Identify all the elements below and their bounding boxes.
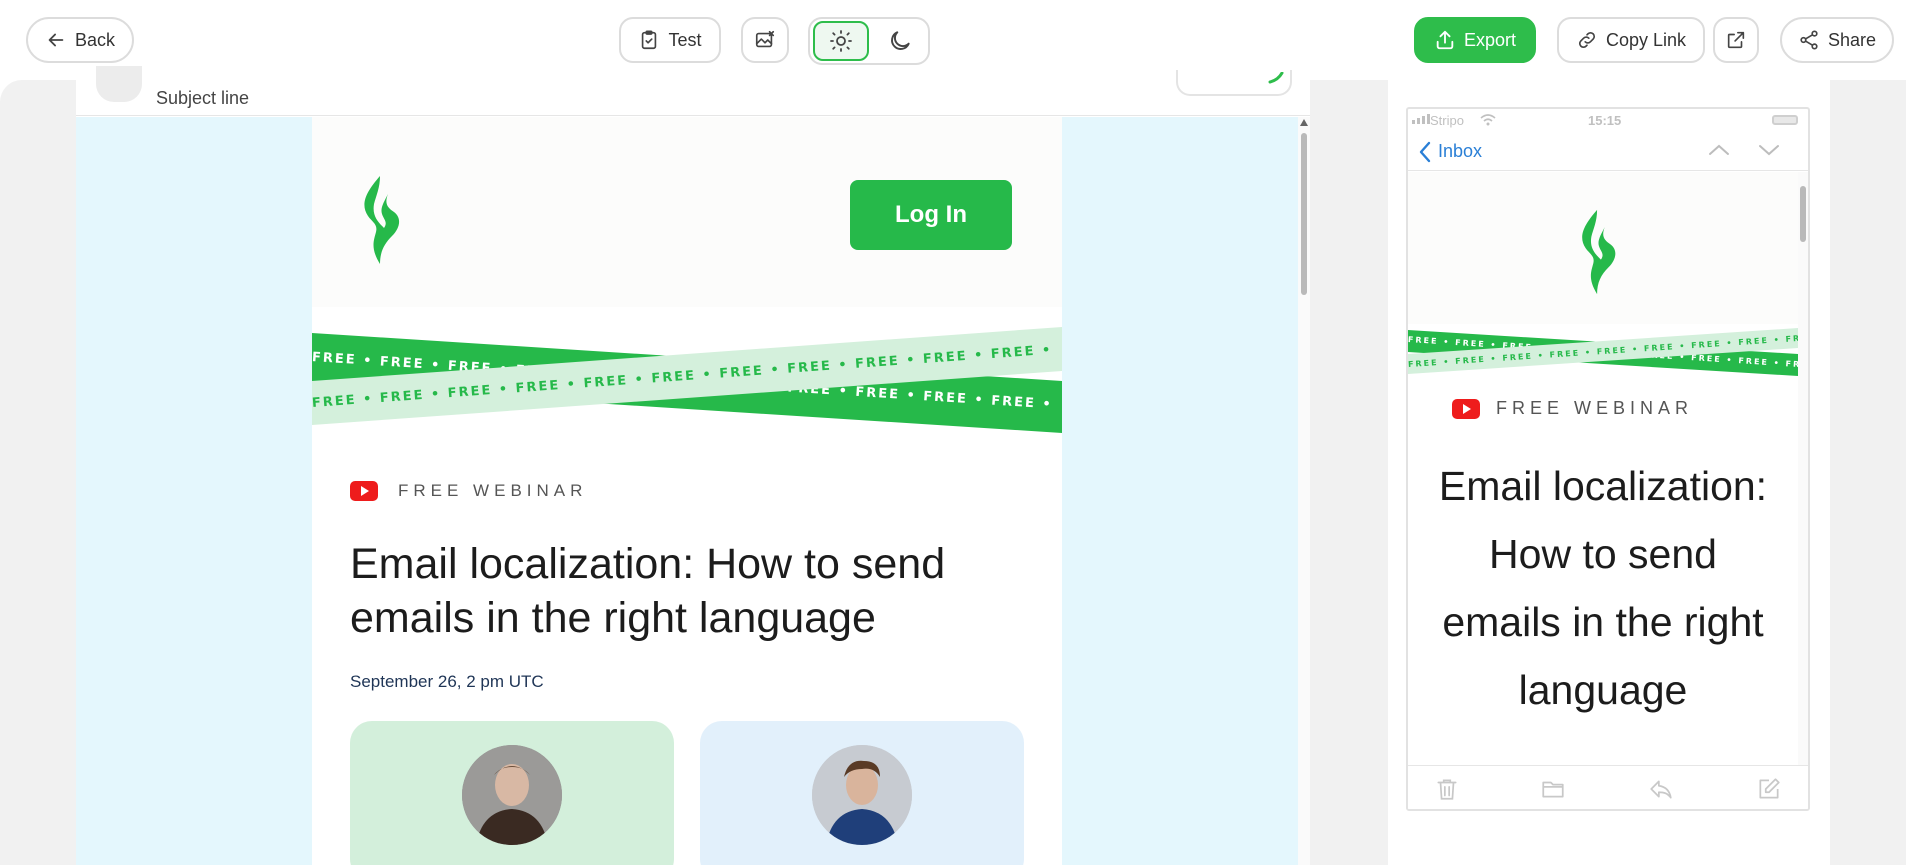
copy-link-button-label: Copy Link [1605, 29, 1687, 50]
speaker-card [700, 721, 1024, 865]
battery-icon [1772, 115, 1798, 125]
mobile-preview-panel: Stripo 15:15 Inbox FREE • FREE • FR • FR… [1388, 80, 1830, 865]
dark-mode-button[interactable] [874, 21, 926, 61]
email-canvas[interactable]: Log In FREE • FREE • FREE • FREE • FREE … [76, 117, 1298, 865]
phone-scrollbar[interactable] [1798, 172, 1808, 765]
email-editor: Subject line Log In FREE • FREE • FRE EE… [76, 66, 1310, 865]
log-in-button[interactable]: Log In [850, 180, 1012, 250]
email-body: Log In FREE • FREE • FREE • FREE • FREE … [312, 117, 1062, 865]
subject-line-label: Subject line [156, 88, 250, 108]
phone-clock: 15:15 [1588, 113, 1622, 128]
carrier-name: Stripo [1430, 113, 1464, 128]
phone-nav-bar: Inbox [1408, 129, 1808, 171]
speaker-card [350, 721, 674, 865]
free-ribbons-graphic: FREE • FREE • FREE • FREE • FREE • FREE … [312, 307, 1062, 433]
copy-link-button[interactable]: Copy Link [1557, 17, 1705, 63]
speaker-avatar [462, 745, 562, 845]
subject-action-pill[interactable] [1176, 70, 1292, 96]
free-ribbons-banner: FREE • FREE • FREE • FREE • FREE • FREE … [312, 307, 1062, 437]
editor-scrollbar[interactable] [1298, 117, 1310, 865]
workspace: Subject line Log In FREE • FREE • FRE EE… [0, 66, 1906, 865]
speaker-photo [462, 745, 562, 845]
youtube-icon [1452, 398, 1480, 419]
folder-icon[interactable] [1540, 776, 1566, 802]
phone-free-ribbons-graphic: FREE • FREE • FREE • FREE • FREE • FREE … [1408, 316, 1798, 376]
speaker-photo [812, 745, 912, 845]
phone-email-header [1408, 172, 1798, 324]
reply-icon[interactable] [1648, 776, 1674, 802]
phone-scroll-thumb[interactable] [1800, 186, 1806, 242]
subject-line-row: Subject line [76, 66, 1310, 116]
back-button-label: Back [74, 29, 116, 50]
phone-email-headline: Email localization: How to send emails i… [1438, 463, 1768, 713]
share-icon [1800, 30, 1818, 50]
open-in-new-tab-button[interactable] [1713, 17, 1759, 63]
back-button[interactable]: Back [26, 17, 134, 63]
top-toolbar: Back Test Export Copy Link Share [0, 0, 1906, 80]
youtube-icon [350, 481, 378, 501]
external-link-icon [1727, 31, 1745, 49]
chevron-left-icon[interactable] [1418, 141, 1432, 163]
stripo-logo-icon [1582, 209, 1616, 295]
share-button[interactable]: Share [1780, 17, 1894, 63]
mobile-preview-frame: Stripo 15:15 Inbox FREE • FREE • FR • FR… [1406, 107, 1810, 811]
test-button-label: Test [668, 29, 702, 50]
webinar-tag: FREE WEBINAR [350, 481, 587, 501]
sender-avatar [96, 66, 142, 102]
log-in-button-label: Log In [895, 201, 967, 228]
share-button-label: Share [1827, 29, 1877, 50]
stripo-logo-icon [364, 176, 400, 264]
webinar-label: FREE WEBINAR [398, 481, 588, 500]
chevron-down-icon[interactable] [1758, 143, 1780, 157]
export-button[interactable]: Export [1414, 17, 1536, 63]
moon-icon [891, 31, 910, 50]
theme-mode-toggle [808, 17, 930, 65]
email-header: Log In [312, 117, 1062, 307]
chevron-up-icon[interactable] [1708, 143, 1730, 157]
light-mode-button[interactable] [813, 21, 869, 61]
editor-scroll-thumb[interactable] [1301, 133, 1307, 295]
signal-icon [1412, 114, 1430, 124]
phone-webinar-tag: FREE WEBINAR [1452, 398, 1693, 419]
link-icon [1578, 31, 1596, 49]
leaf-icon [1268, 72, 1284, 84]
export-button-label: Export [1463, 29, 1517, 50]
arrow-left-icon [48, 33, 64, 47]
sun-icon [830, 30, 852, 52]
image-off-icon [755, 30, 775, 48]
phone-status-bar: Stripo 15:15 [1408, 109, 1808, 129]
trash-icon[interactable] [1434, 776, 1460, 802]
phone-webinar-label: FREE WEBINAR [1496, 398, 1694, 418]
compose-icon[interactable] [1756, 776, 1782, 802]
phone-mail-toolbar [1408, 765, 1808, 809]
clipboard-check-icon [642, 30, 657, 50]
phone-email-screen[interactable]: FREE • FREE • FREE • FREE • FREE • FREE … [1408, 172, 1798, 765]
webinar-date: September 26, 2 pm UTC [350, 672, 544, 691]
scroll-up-arrow-icon[interactable] [1300, 119, 1308, 126]
test-button[interactable]: Test [619, 17, 721, 63]
inbox-link[interactable]: Inbox [1438, 141, 1482, 162]
email-headline: Email localization: How to send emails i… [350, 540, 946, 642]
toggle-images-button[interactable] [741, 17, 789, 63]
upload-icon [1436, 30, 1454, 50]
wifi-icon [1480, 114, 1496, 126]
speaker-avatar [812, 745, 912, 845]
